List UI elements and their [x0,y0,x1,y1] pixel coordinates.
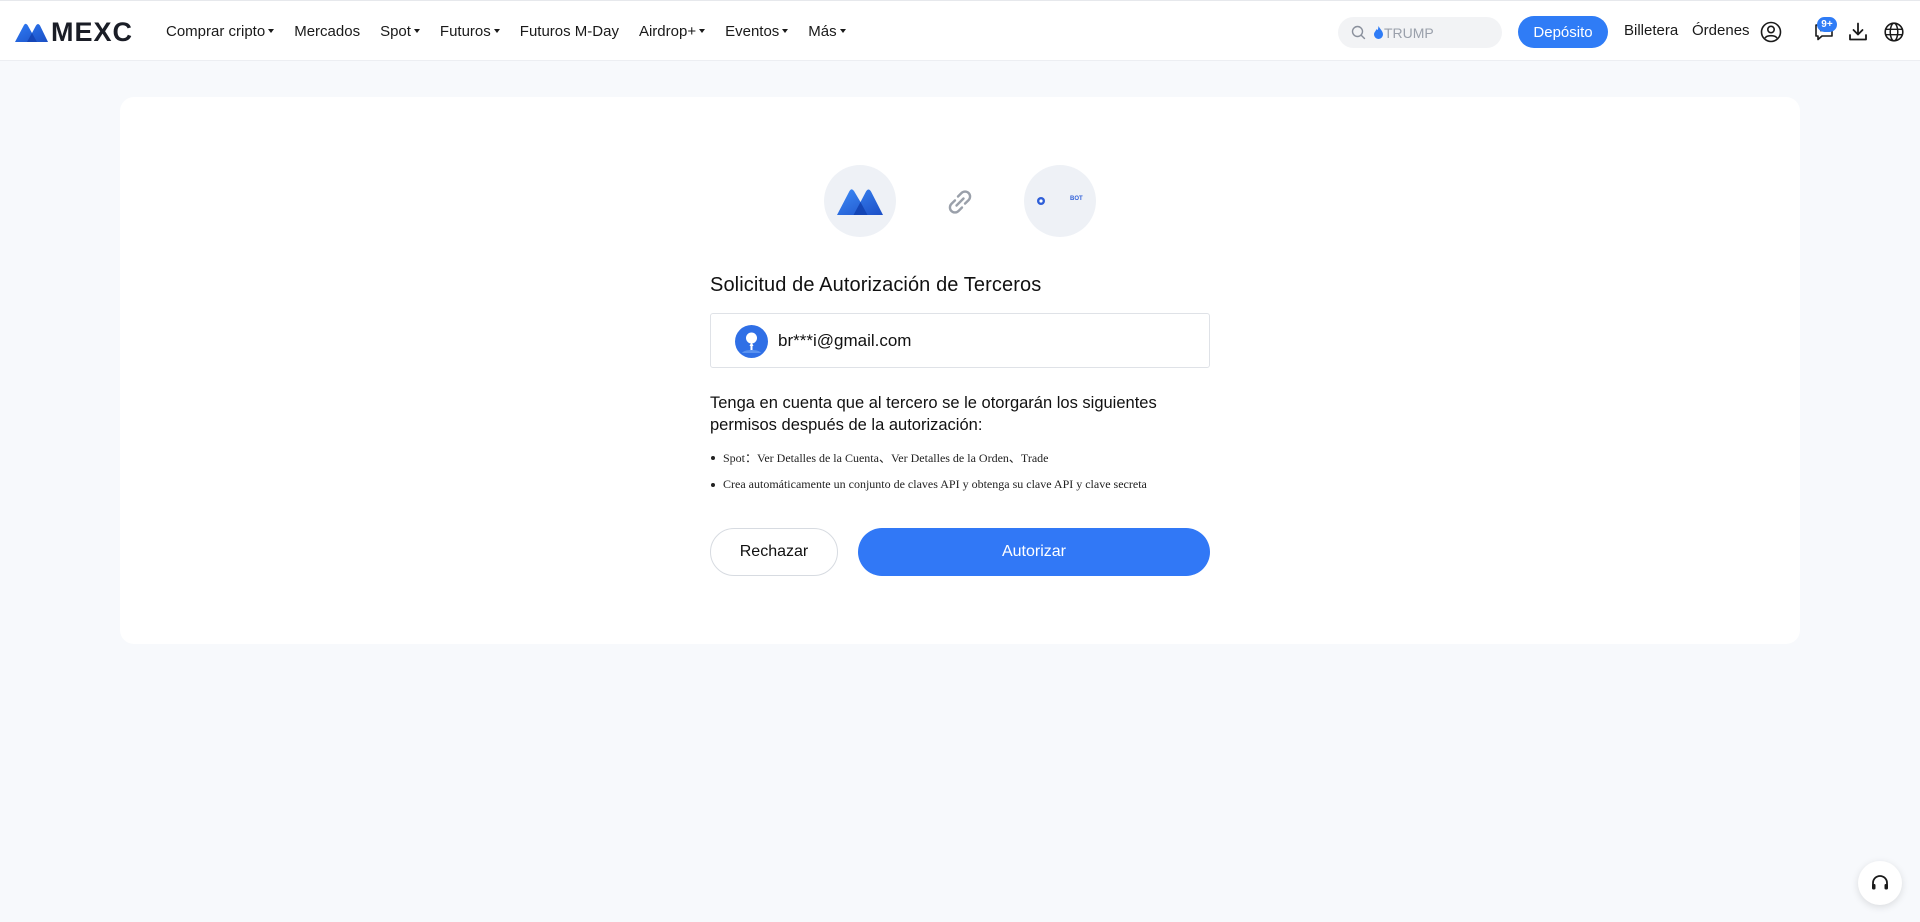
user-icon[interactable] [1760,21,1782,43]
flame-icon [1374,26,1383,39]
wallet-link[interactable]: Billetera [1624,22,1678,39]
search-box[interactable] [1338,17,1502,48]
orders-link[interactable]: Órdenes [1692,22,1750,39]
third-party-logo-text: BOT [1070,196,1083,202]
support-button[interactable] [1858,861,1902,905]
nav-label: Más [808,23,837,40]
nav-label: Airdrop+ [638,23,697,40]
permissions-notice: Tenga en cuenta que al tercero se le oto… [710,394,1157,434]
main-nav: Comprar cripto Mercados Spot Futuros Fut… [166,1,866,62]
bullet-icon [711,455,715,460]
mexc-logo[interactable]: MEXC [15,17,134,47]
nav-eventos[interactable]: Eventos [725,23,789,40]
nav-label: Futuros M-Day [519,23,619,40]
third-party-app-logo: BOT [1024,165,1096,237]
reject-button[interactable]: Rechazar [710,528,838,576]
nav-label: Futuros [439,23,491,40]
caret-down-icon [839,28,846,33]
caret-down-icon [268,28,275,33]
account-email: br***i@gmail.com [778,331,912,350]
caret-down-icon [413,28,420,33]
nav-comprar-cripto[interactable]: Comprar cripto [166,23,275,40]
nav-label: Comprar cripto [166,23,266,40]
bullet-icon [711,482,715,487]
caret-down-icon [782,28,789,33]
permission-item: Crea automáticamente un conjunto de clav… [710,477,1147,492]
authorize-button[interactable]: Autorizar [858,528,1210,576]
mexc-app-logo [824,165,896,237]
permission-item: Spot：Ver Detalles de la Cuenta、Ver Detal… [710,449,1048,466]
headset-icon [1872,875,1888,890]
mexc-logo-icon [15,23,48,42]
nav-futuros-m-day[interactable]: Futuros M-Day [520,23,619,40]
nav-futuros[interactable]: Futuros [440,23,500,40]
nav-airdrop[interactable]: Airdrop+ [638,23,706,40]
avatar [735,325,768,358]
nav-spot[interactable]: Spot [380,23,420,40]
nav-mas[interactable]: Más [808,23,846,40]
search-input[interactable] [1384,23,1494,42]
permission-text: Spot：Ver Detalles de la Cuenta、Ver Detal… [723,451,1049,465]
caret-down-icon [699,28,706,33]
brand-name: MEXC [51,17,134,47]
link-icon [948,190,972,214]
nav-mercados[interactable]: Mercados [294,23,360,40]
search-icon [1351,25,1366,40]
notification-badge: 9+ [1817,17,1837,32]
caret-down-icon [493,28,500,33]
top-header: MEXC Comprar cripto Mercados Spot Futuro… [0,0,1920,61]
download-icon[interactable] [1847,21,1869,43]
nav-label: Spot [380,23,411,40]
permission-text: Crea automáticamente un conjunto de clav… [723,477,1147,491]
nav-label: Mercados [294,23,361,40]
nav-label: Eventos [725,23,780,40]
globe-icon[interactable] [1883,21,1905,43]
page-title: Solicitud de Autorización de Terceros [710,274,1042,296]
mexc-logo-icon [837,189,883,215]
deposit-button[interactable]: Depósito [1518,16,1608,48]
account-selector: br***i@gmail.com [710,313,1210,368]
